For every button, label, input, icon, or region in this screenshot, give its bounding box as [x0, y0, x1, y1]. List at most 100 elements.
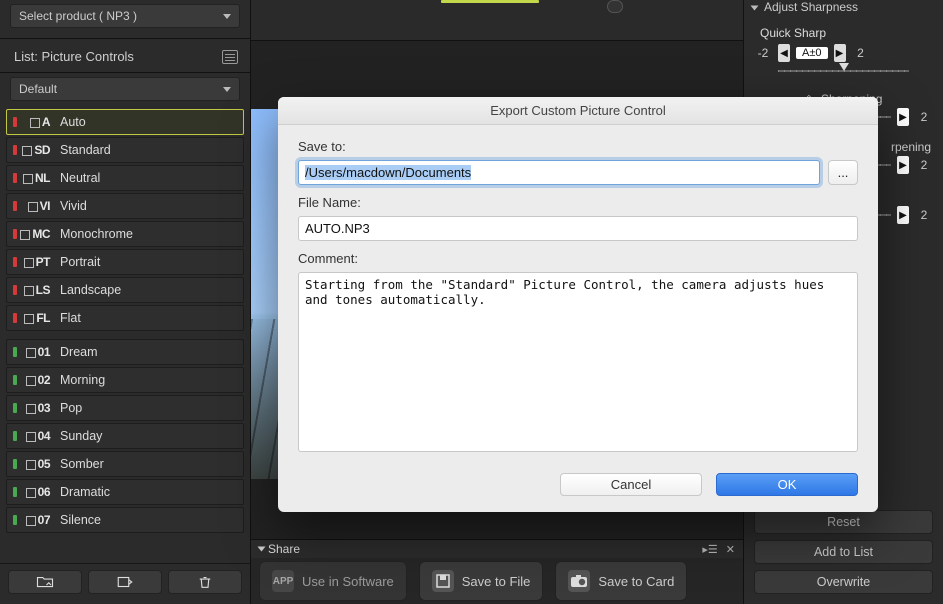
product-select-label: Select product ( NP3 ) — [19, 9, 137, 23]
picture-control-code-icon: 01 — [15, 345, 50, 359]
picture-control-label: Vivid — [60, 199, 87, 213]
share-title: Share — [268, 542, 300, 556]
picture-control-label: Dream — [60, 345, 98, 359]
list-view-icon[interactable] — [222, 50, 238, 64]
chevron-right-icon[interactable]: ▶ — [897, 156, 909, 174]
picture-control-code-icon: 04 — [15, 429, 50, 443]
cancel-button[interactable]: Cancel — [560, 473, 702, 496]
picture-control-item[interactable]: LS Landscape — [6, 277, 244, 303]
picture-control-item[interactable]: PT Portrait — [6, 249, 244, 275]
picture-control-list: AAuto SD Standard NL Neutral VI Vivid MC Monochr… — [0, 105, 250, 563]
quick-min: -2 — [754, 46, 772, 60]
add-to-list-button[interactable]: Add to List — [754, 540, 933, 564]
camera-card-icon — [568, 570, 590, 592]
trash-button[interactable] — [168, 570, 242, 594]
picture-control-code-icon: 06 — [15, 485, 50, 499]
picture-control-code-icon: 05 — [15, 457, 50, 471]
use-in-software-label: Use in Software — [302, 574, 394, 589]
product-select[interactable]: Select product ( NP3 ) — [10, 4, 240, 28]
picture-control-item[interactable]: SD Standard — [6, 137, 244, 163]
active-tab-indicator — [441, 0, 539, 3]
reset-button[interactable]: Reset — [754, 510, 933, 534]
chevron-left-icon[interactable]: ◀ — [778, 44, 790, 62]
picture-control-item[interactable]: FL Flat — [6, 305, 244, 331]
picture-control-item[interactable]: MC Monochrome — [6, 221, 244, 247]
adjust-sharpness-header[interactable]: Adjust Sharpness — [754, 0, 933, 18]
export-button[interactable] — [88, 570, 162, 594]
picture-control-label: Sunday — [60, 429, 102, 443]
chevron-right-icon[interactable]: ▶ — [897, 206, 909, 224]
dialog-title: Export Custom Picture Control — [278, 97, 878, 125]
save-to-label: Save to: — [298, 139, 858, 154]
picture-control-item[interactable]: 05 Somber — [6, 451, 244, 477]
list-title: List: Picture Controls — [14, 49, 134, 64]
save-to-card-button[interactable]: Save to Card — [555, 561, 687, 601]
filename-input[interactable]: AUTO.NP3 — [298, 216, 858, 241]
use-in-software-button[interactable]: APP Use in Software — [259, 561, 407, 601]
picture-control-label: Dramatic — [60, 485, 110, 499]
picture-control-item[interactable]: 02 Morning — [6, 367, 244, 393]
comment-label: Comment: — [298, 251, 858, 266]
app-icon: APP — [272, 570, 294, 592]
chevron-right-icon[interactable]: ▶ — [834, 44, 846, 62]
chevron-down-icon — [223, 87, 231, 92]
picture-control-item[interactable]: 01 Dream — [6, 339, 244, 365]
chevron-down-icon — [223, 14, 231, 19]
chevron-right-icon[interactable]: ▶ — [897, 108, 909, 126]
picture-control-label: Pop — [60, 401, 82, 415]
collapse-icon[interactable]: ▸☰ — [702, 543, 717, 556]
browse-button[interactable]: ... — [828, 160, 858, 185]
picture-control-code-icon: 03 — [15, 401, 50, 415]
picture-control-item[interactable]: 07 Silence — [6, 507, 244, 533]
open-folder-button[interactable] — [8, 570, 82, 594]
picture-control-code-icon: VI — [15, 199, 50, 213]
picture-control-label: Landscape — [60, 283, 121, 297]
picture-control-label: Morning — [60, 373, 105, 387]
picture-control-item[interactable]: NL Neutral — [6, 165, 244, 191]
midrange-max: 2 — [915, 158, 933, 172]
overwrite-button[interactable]: Overwrite — [754, 570, 933, 594]
picture-control-label: Flat — [60, 311, 81, 325]
picture-control-label: Standard — [60, 143, 111, 157]
picture-control-label: Portrait — [60, 255, 100, 269]
picture-control-code-icon: FL — [15, 311, 50, 325]
picture-control-item[interactable]: VI Vivid — [6, 193, 244, 219]
picture-control-label: Somber — [60, 457, 104, 471]
save-to-input[interactable]: /Users/macdown/Documents — [298, 160, 820, 185]
exposure-knob[interactable] — [607, 0, 623, 13]
close-icon[interactable]: ✕ — [726, 543, 735, 556]
picture-control-code-icon: NL — [15, 171, 50, 185]
midrange-label-partial: rpening — [891, 140, 931, 154]
save-to-file-button[interactable]: Save to File — [419, 561, 544, 601]
quick-sharp-label: Quick Sharp — [760, 26, 933, 40]
slider-thumb-icon[interactable] — [839, 63, 849, 71]
picture-control-item[interactable]: 06 Dramatic — [6, 479, 244, 505]
preset-select-label: Default — [19, 82, 57, 96]
comment-textarea[interactable] — [298, 272, 858, 452]
picture-control-code-icon: 02 — [15, 373, 50, 387]
picture-control-code-icon: 07 — [15, 513, 50, 527]
sharpening-max: 2 — [915, 110, 933, 124]
left-toolbar — [0, 563, 250, 604]
picture-control-item[interactable]: AAuto — [6, 109, 244, 135]
picture-control-code-icon: LS — [15, 283, 50, 297]
quick-sharp-value[interactable]: A±0 — [796, 47, 828, 59]
picture-control-label: Neutral — [60, 171, 100, 185]
export-dialog: Export Custom Picture Control Save to: /… — [278, 97, 878, 512]
save-file-icon — [432, 570, 454, 592]
ok-button[interactable]: OK — [716, 473, 858, 496]
picture-control-item[interactable]: 04 Sunday — [6, 423, 244, 449]
picture-control-label: Monochrome — [60, 227, 133, 241]
share-panel-header[interactable]: Share ▸☰ ✕ — [251, 539, 743, 558]
picture-control-code-icon: A — [15, 115, 50, 129]
center-toolbar — [251, 0, 743, 41]
quick-sharp-slider[interactable] — [778, 64, 909, 78]
picture-control-code-icon: PT — [15, 255, 50, 269]
quick-sharp-block: Quick Sharp -2 ◀ A±0 ▶ 2 — [754, 22, 933, 78]
preset-select[interactable]: Default — [10, 77, 240, 101]
picture-control-label: Silence — [60, 513, 101, 527]
picture-control-item[interactable]: 03 Pop — [6, 395, 244, 421]
picture-control-code-icon: SD — [15, 143, 50, 157]
clarity-max: 2 — [915, 208, 933, 222]
picture-control-code-icon: MC — [15, 227, 50, 241]
